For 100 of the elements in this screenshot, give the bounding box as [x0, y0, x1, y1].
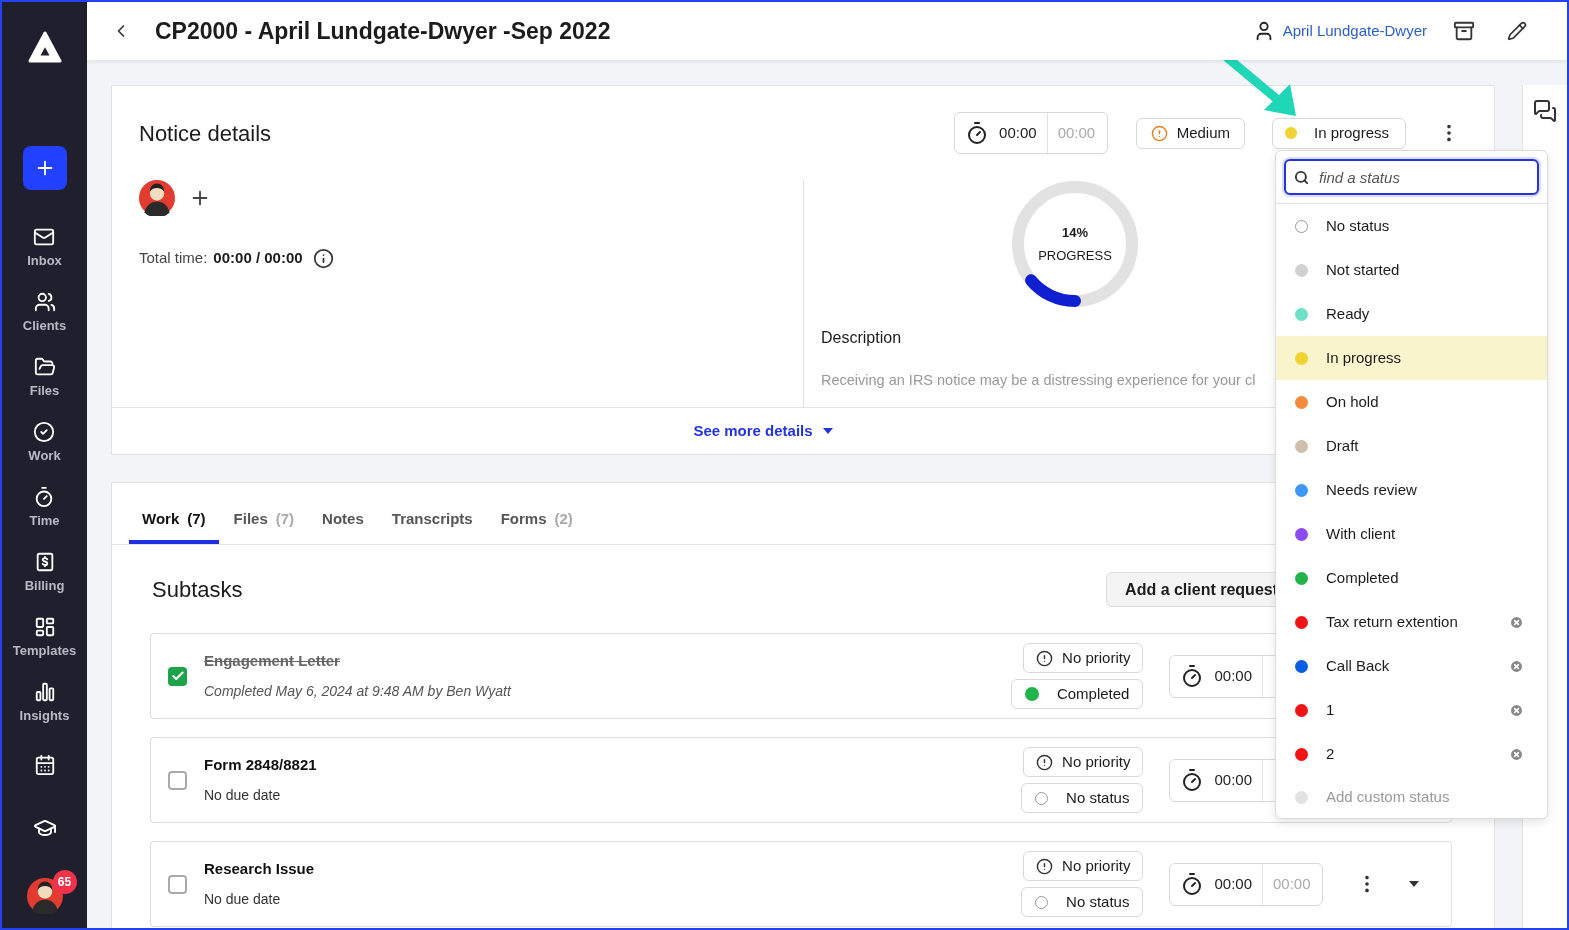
folder-icon [33, 356, 56, 378]
remove-icon[interactable] [1509, 746, 1524, 762]
status-label: Tax return extention [1326, 611, 1458, 632]
status-option[interactable]: In progress [1276, 336, 1547, 380]
status-label: Not started [1326, 259, 1400, 280]
see-more-link[interactable]: See more details [693, 419, 833, 443]
task-checkbox[interactable] [168, 874, 187, 894]
assignee-avatar [139, 180, 175, 216]
status-option[interactable]: Needs review [1276, 468, 1547, 512]
sidebar-item[interactable]: Billing [24, 551, 65, 592]
chat-icon[interactable] [1533, 99, 1557, 123]
task-subtitle: Completed May 6, 2024 at 9:48 AM by Ben Wyatt [204, 681, 511, 701]
tab-count: (2) [554, 508, 573, 529]
status-label: Completed [1326, 567, 1399, 588]
tab[interactable]: Forms (2) [487, 507, 586, 544]
priority-button[interactable]: No priority [1023, 747, 1144, 777]
elapsed-time: 00:00 [1214, 665, 1252, 686]
task-subtitle: No due date [204, 889, 282, 909]
section-title: Notice details [139, 119, 272, 148]
check-circle-icon [33, 421, 56, 443]
tab[interactable]: Files (7) [220, 507, 308, 544]
caret-icon[interactable] [1409, 881, 1419, 887]
people-icon [33, 291, 56, 313]
status-label: Ready [1326, 303, 1370, 324]
task-subtitle: No due date [204, 785, 282, 805]
progress-label: PROGRESS [1038, 246, 1112, 265]
sidebar-item[interactable]: Clients [22, 291, 67, 332]
progress-percent: 14% [1062, 224, 1088, 242]
elapsed-time: 00:00 [999, 122, 1037, 143]
description-heading: Description [821, 328, 903, 348]
status-label: No status [1326, 215, 1390, 236]
status-label: On hold [1326, 391, 1379, 412]
estimated-time: 00:00 [1273, 873, 1311, 894]
envelope-icon [33, 226, 56, 248]
status-label: Needs review [1326, 479, 1417, 500]
page-title: CP2000 - April Lundgate-Dwyer -Sep 2022 [155, 16, 611, 46]
tab[interactable]: Transcripts [378, 507, 486, 544]
status-label: 2 [1326, 743, 1335, 764]
tab[interactable]: Notes [309, 507, 377, 544]
priority-button[interactable]: Medium [1135, 117, 1245, 149]
status-option[interactable]: On hold [1276, 380, 1547, 424]
status-label: 1 [1326, 699, 1335, 720]
description-text: Receiving an IRS notice may be a distressing experience for your cl [821, 371, 1257, 390]
client-link[interactable]: April Lundgate-Dwyer [1252, 19, 1427, 43]
priority-icon [1036, 753, 1054, 771]
remove-icon[interactable] [1509, 614, 1524, 630]
status-label: With client [1326, 523, 1396, 544]
task-checkbox[interactable] [168, 770, 187, 790]
sidebar-item[interactable]: Time [29, 486, 60, 527]
status-label: Call Back [1326, 655, 1390, 676]
bar-chart-icon [33, 681, 56, 703]
priority-icon [1150, 124, 1168, 142]
status-button[interactable]: Completed [1010, 679, 1144, 709]
status-label: In progress [1326, 347, 1402, 368]
status-search-field[interactable]: find a status [1284, 159, 1539, 195]
priority-icon [1036, 649, 1054, 667]
task-checkbox[interactable] [168, 666, 187, 686]
create-button[interactable] [22, 146, 67, 190]
status-option[interactable]: Draft [1276, 424, 1547, 468]
status-option[interactable]: Not started [1276, 248, 1547, 292]
status-button[interactable]: In progress [1272, 117, 1406, 149]
elapsed-time: 00:00 [1214, 873, 1252, 894]
estimated-time: 00:00 [1057, 122, 1096, 143]
subtasks-title: Subtasks [152, 576, 243, 604]
remove-icon[interactable] [1509, 702, 1524, 718]
sidebar-item[interactable]: Files [29, 356, 60, 397]
sidebar-item[interactable]: Insights [19, 681, 70, 722]
logo-icon[interactable] [26, 30, 63, 64]
sidebar-item[interactable]: Templates [12, 616, 77, 657]
priority-button[interactable]: No priority [1023, 643, 1144, 673]
timer-control[interactable]: 00:00 00:00 [954, 112, 1108, 154]
priority-icon [1036, 857, 1054, 875]
timer-control[interactable]: 00:00 00:00 [1169, 862, 1323, 906]
total-time-value: 00:00 / 00:00 [213, 248, 303, 268]
search-icon [1294, 170, 1309, 185]
status-button[interactable]: No status [1021, 783, 1144, 813]
sidebar-item[interactable]: Work [28, 421, 61, 462]
remove-icon[interactable] [1509, 658, 1524, 674]
tab-count: (7) [275, 508, 295, 529]
notification-badge: 65 [52, 870, 77, 894]
layout-icon [33, 616, 56, 638]
total-time-label: Total time: [139, 248, 208, 268]
status-label: Draft [1326, 435, 1359, 456]
info-icon[interactable] [312, 247, 334, 269]
tab-count: (7) [187, 508, 206, 529]
caret-icon [822, 428, 833, 434]
priority-button[interactable]: No priority [1023, 851, 1144, 881]
elapsed-time: 00:00 [1214, 769, 1252, 790]
edit-icon[interactable] [1507, 21, 1527, 41]
tab[interactable]: Work (7) [129, 507, 219, 544]
calendar-icon[interactable] [33, 754, 56, 776]
task-title[interactable]: Engagement Letter [204, 650, 511, 673]
archive-icon[interactable] [1453, 20, 1475, 42]
status-option[interactable]: No status [1276, 204, 1547, 248]
task-title[interactable]: Form 2848/8821 [204, 754, 317, 777]
status-option[interactable]: Ready [1276, 292, 1547, 336]
sidebar-item[interactable]: Inbox [27, 226, 62, 267]
status-option[interactable]: With client [1276, 512, 1547, 556]
task-title[interactable]: Research Issue [204, 858, 315, 881]
status-button[interactable]: No status [1021, 887, 1144, 917]
